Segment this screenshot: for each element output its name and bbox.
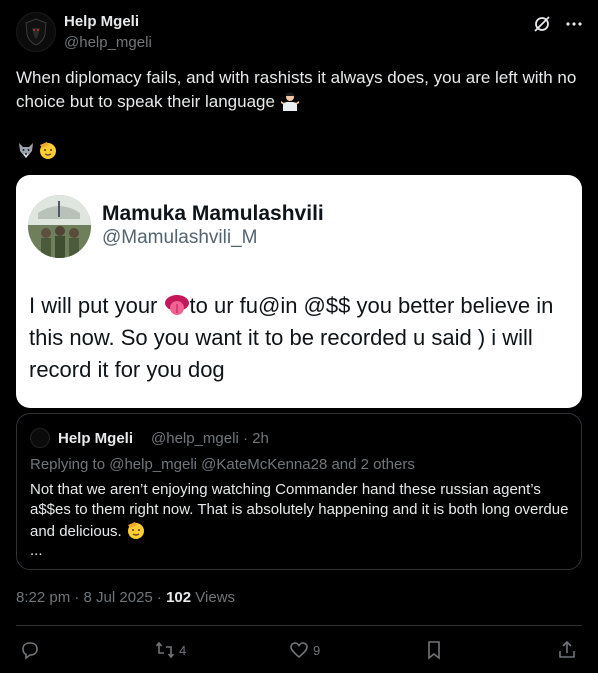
author-display-name[interactable]: Help Mgeli bbox=[64, 13, 139, 30]
quoted-tweet[interactable]: Help Mgeli @help_mgeli · 2h Replying to … bbox=[16, 413, 582, 570]
quoted-text: Not that we aren’t enjoying watching Com… bbox=[30, 480, 570, 542]
reply-button[interactable] bbox=[20, 640, 44, 660]
quoted-ellipsis: ... bbox=[30, 542, 43, 559]
quoted-handle-time: @help_mgeli · 2h bbox=[151, 430, 269, 447]
post-timestamp[interactable]: 8:22 pm · 8 Jul 2025 · 102 Views bbox=[16, 589, 235, 606]
quoted-avatar bbox=[30, 428, 50, 448]
image-body-text: I will put your to ur fu@in @$$ you bett… bbox=[29, 290, 574, 386]
timestamp-text[interactable]: 8:22 pm · 8 Jul 2025 · bbox=[16, 589, 166, 606]
bookmark-button[interactable] bbox=[424, 640, 444, 660]
repost-button[interactable]: 4 bbox=[155, 640, 186, 660]
wolf-emoji bbox=[19, 143, 33, 158]
saluting-face-emoji bbox=[40, 142, 56, 159]
bookmark-icon bbox=[428, 641, 440, 660]
divider bbox=[16, 625, 582, 626]
post-image[interactable]: Mamuka Mamulashvili @Mamulashvili_M I wi… bbox=[16, 175, 582, 408]
share-icon bbox=[559, 640, 575, 658]
repost-icon bbox=[155, 641, 175, 659]
quoted-reply-line: Replying to @help_mgeli @KateMcKenna28 a… bbox=[30, 456, 415, 473]
saluting-face-emoji bbox=[127, 522, 144, 539]
reply-icon bbox=[22, 642, 38, 660]
image-author-name: Mamuka Mamulashvili bbox=[102, 202, 324, 225]
views-count: 102 bbox=[166, 589, 192, 606]
author-avatar[interactable] bbox=[16, 12, 56, 52]
image-body-part1: I will put your bbox=[29, 293, 164, 318]
image-avatar bbox=[28, 195, 91, 258]
shield-logo-icon bbox=[25, 18, 47, 46]
post-text: When diplomacy fails, and with rashists … bbox=[16, 66, 582, 114]
quoted-text-content: Not that we aren’t enjoying watching Com… bbox=[30, 481, 569, 540]
like-count: 9 bbox=[313, 642, 321, 658]
quoted-display-name: Help Mgeli bbox=[58, 430, 134, 447]
grok-icon[interactable] bbox=[532, 14, 552, 34]
share-button[interactable] bbox=[557, 640, 577, 660]
views-label: Views bbox=[191, 589, 236, 606]
heart-icon bbox=[290, 642, 308, 659]
more-icon[interactable] bbox=[564, 14, 584, 34]
author-handle[interactable]: @help_mgeli bbox=[64, 34, 152, 51]
post-header: Help Mgeli @help_mgeli bbox=[16, 10, 588, 54]
repost-count: 4 bbox=[179, 642, 187, 658]
like-button[interactable]: 9 bbox=[289, 640, 320, 660]
image-author-handle: @Mamulashvili_M bbox=[102, 227, 258, 248]
person-shrugging-emoji bbox=[280, 92, 299, 111]
tongue-emoji bbox=[164, 295, 189, 315]
emoji-line bbox=[16, 140, 58, 164]
